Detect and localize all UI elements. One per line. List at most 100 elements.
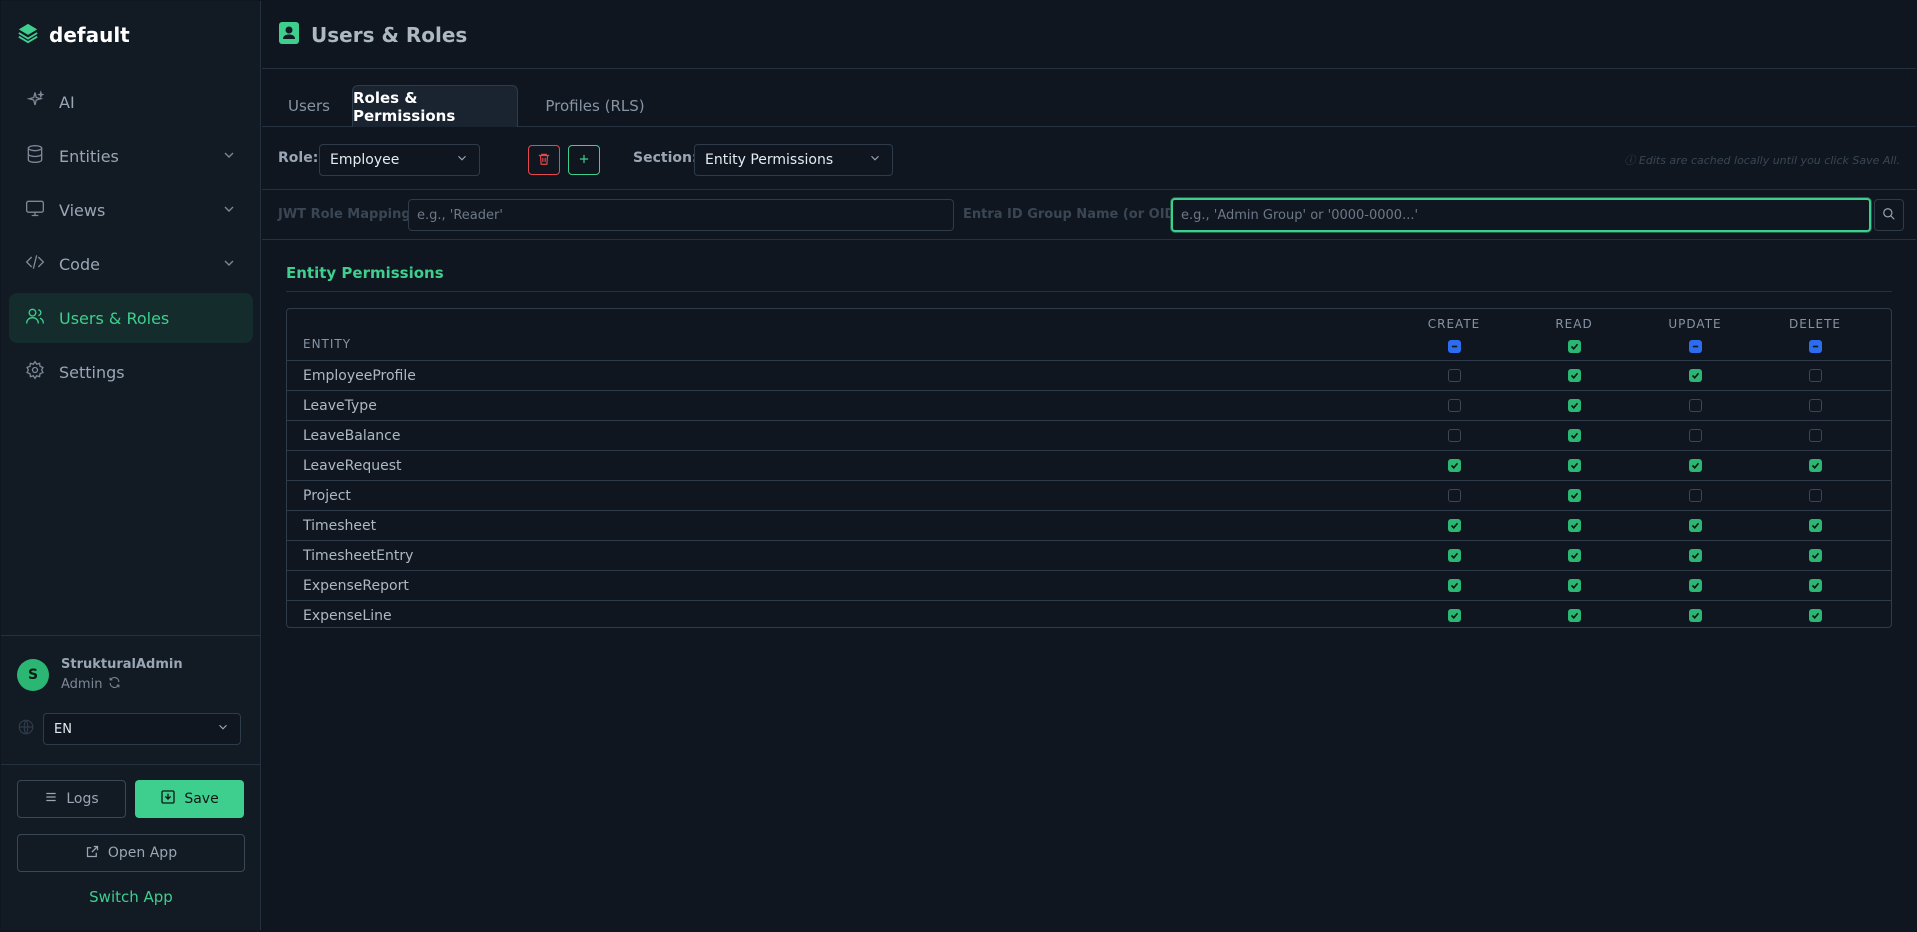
delete-permission-checkbox[interactable]	[1809, 369, 1822, 382]
save-button[interactable]: Save	[135, 780, 244, 818]
delete-permission-checkbox[interactable]	[1809, 459, 1822, 472]
delete-permission-checkbox[interactable]	[1809, 609, 1822, 622]
chevron-down-icon[interactable]	[221, 147, 237, 167]
open-app-button[interactable]: Open App	[17, 834, 245, 872]
avatar: S	[17, 659, 49, 691]
create-permission-checkbox[interactable]	[1448, 489, 1461, 502]
update-permission-checkbox[interactable]	[1689, 549, 1702, 562]
external-link-icon	[85, 844, 100, 863]
contact-card-icon	[279, 21, 299, 48]
sidebar-item-entities[interactable]: Entities	[9, 131, 253, 181]
update-permission-checkbox[interactable]	[1689, 489, 1702, 502]
table-row: ExpenseReport	[287, 572, 1891, 601]
jwt-role-mapping-input[interactable]	[408, 199, 954, 231]
update-permission-checkbox[interactable]	[1689, 399, 1702, 412]
create-permission-checkbox[interactable]	[1448, 399, 1461, 412]
delete-role-button[interactable]	[528, 145, 560, 175]
language-select[interactable]: EN	[43, 713, 241, 745]
create-permission-checkbox[interactable]	[1448, 519, 1461, 532]
sidebar: default AI Entities Views Code Users & R…	[1, 1, 261, 930]
delete-permission-checkbox[interactable]	[1809, 549, 1822, 562]
read-permission-checkbox[interactable]	[1568, 579, 1581, 592]
tab-roles-permissions[interactable]: Roles & Permissions	[352, 85, 518, 127]
read-permission-checkbox[interactable]	[1568, 399, 1581, 412]
section-select[interactable]: Entity Permissions	[694, 144, 893, 176]
chevron-down-icon[interactable]	[221, 201, 237, 221]
create-permission-checkbox[interactable]	[1448, 579, 1461, 592]
plus-icon	[577, 151, 591, 170]
read-permission-checkbox[interactable]	[1568, 519, 1581, 532]
add-role-button[interactable]	[568, 145, 600, 175]
role-mapping-row: JWT Role Mapping Entra ID Group Name (or…	[262, 190, 1916, 240]
code-icon	[25, 252, 45, 276]
sidebar-item-users-roles[interactable]: Users & Roles	[9, 293, 253, 343]
read-permission-checkbox[interactable]	[1568, 549, 1581, 562]
chevron-down-icon	[868, 151, 882, 169]
read-permission-checkbox[interactable]	[1568, 459, 1581, 472]
read-permission-checkbox[interactable]	[1568, 429, 1581, 442]
sidebar-item-label: Users & Roles	[59, 308, 170, 328]
user-profile[interactable]: S StrukturalAdmin Admin	[17, 657, 183, 693]
main-panel: Users & Roles Users Roles & Permissions …	[262, 1, 1916, 930]
update-permission-checkbox[interactable]	[1689, 459, 1702, 472]
entity-name: Project	[303, 488, 351, 504]
update-column-header: UPDATE	[1668, 317, 1722, 331]
update-permission-checkbox[interactable]	[1689, 429, 1702, 442]
brand[interactable]: default	[17, 21, 130, 49]
entra-group-input[interactable]	[1171, 198, 1871, 232]
role-label: Role:	[278, 150, 319, 166]
sidebar-item-ai[interactable]: AI	[9, 77, 253, 127]
entity-column-header: ENTITY	[303, 337, 352, 351]
chevron-down-icon	[216, 720, 230, 738]
sidebar-nav: AI Entities Views Code Users & Roles Set…	[9, 77, 253, 401]
select-all-create-checkbox[interactable]	[1448, 340, 1461, 353]
read-column-header: READ	[1555, 317, 1593, 331]
delete-permission-checkbox[interactable]	[1809, 519, 1822, 532]
create-permission-checkbox[interactable]	[1448, 549, 1461, 562]
open-app-label: Open App	[107, 845, 178, 861]
entity-name: LeaveType	[303, 398, 377, 414]
entity-name: Timesheet	[303, 518, 377, 534]
tab-users[interactable]: Users	[279, 85, 339, 127]
create-permission-checkbox[interactable]	[1448, 429, 1461, 442]
read-permission-checkbox[interactable]	[1568, 369, 1581, 382]
select-all-delete-checkbox[interactable]	[1809, 340, 1822, 353]
language-value: EN	[54, 721, 72, 737]
logs-button[interactable]: Logs	[17, 780, 126, 818]
read-permission-checkbox[interactable]	[1568, 489, 1581, 502]
update-permission-checkbox[interactable]	[1689, 579, 1702, 592]
read-permission-checkbox[interactable]	[1568, 609, 1581, 622]
divider	[1, 635, 261, 636]
select-all-update-checkbox[interactable]	[1689, 340, 1702, 353]
select-all-read-checkbox[interactable]	[1568, 340, 1581, 353]
list-icon	[44, 790, 58, 808]
sidebar-item-views[interactable]: Views	[9, 185, 253, 235]
create-permission-checkbox[interactable]	[1448, 459, 1461, 472]
delete-permission-checkbox[interactable]	[1809, 489, 1822, 502]
chevron-down-icon	[455, 151, 469, 169]
language-row: EN	[17, 713, 241, 745]
user-name: StrukturalAdmin	[61, 657, 183, 672]
table-row: Project	[287, 482, 1891, 511]
chevron-down-icon[interactable]	[221, 255, 237, 275]
delete-permission-checkbox[interactable]	[1809, 429, 1822, 442]
update-permission-checkbox[interactable]	[1689, 519, 1702, 532]
user-role-label: Admin	[61, 677, 103, 692]
refresh-icon[interactable]	[108, 676, 121, 693]
trash-icon	[537, 151, 551, 170]
delete-permission-checkbox[interactable]	[1809, 399, 1822, 412]
sidebar-item-settings[interactable]: Settings	[9, 347, 253, 397]
sidebar-item-code[interactable]: Code	[9, 239, 253, 289]
update-permission-checkbox[interactable]	[1689, 609, 1702, 622]
database-icon	[25, 144, 45, 168]
tab-profiles-rls[interactable]: Profiles (RLS)	[530, 85, 660, 127]
switch-app-link[interactable]: Switch App	[17, 888, 245, 906]
create-permission-checkbox[interactable]	[1448, 369, 1461, 382]
create-permission-checkbox[interactable]	[1448, 609, 1461, 622]
divider	[286, 291, 1892, 292]
sidebar-item-label: Entities	[59, 146, 119, 166]
delete-permission-checkbox[interactable]	[1809, 579, 1822, 592]
role-select[interactable]: Employee	[319, 144, 480, 176]
search-button[interactable]	[1874, 199, 1904, 231]
update-permission-checkbox[interactable]	[1689, 369, 1702, 382]
